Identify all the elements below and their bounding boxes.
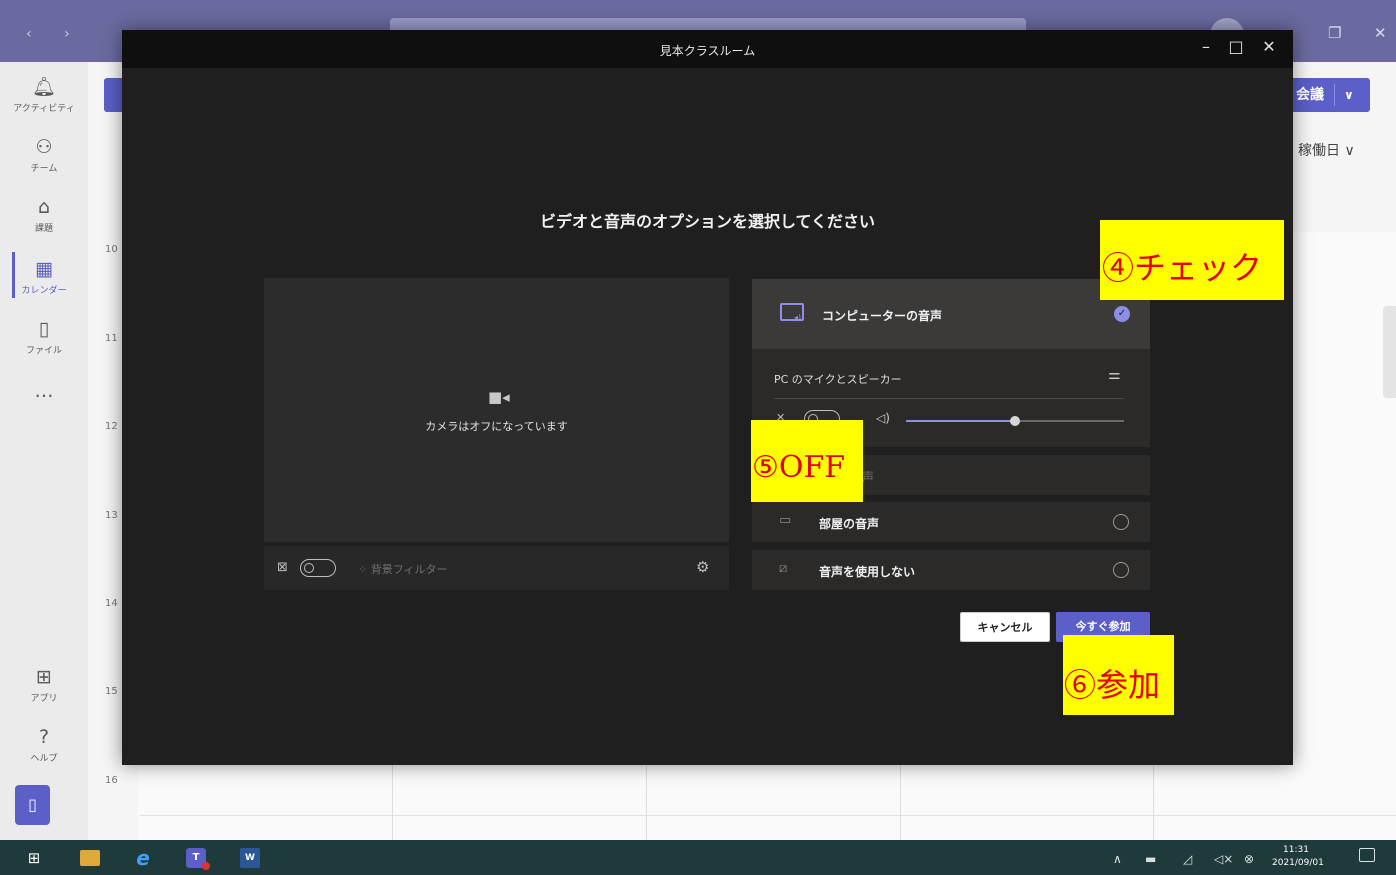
keyboard-icon[interactable]: ▬ <box>1145 852 1156 866</box>
camera-toggle[interactable] <box>300 559 336 577</box>
slider-fill <box>906 420 1015 422</box>
option-label: 声 <box>862 470 875 484</box>
hour-label: 12 <box>105 421 118 432</box>
taskbar-clock[interactable]: 11:31 2021/09/01 <box>1272 844 1324 870</box>
taskbar: ⊞ e T W ∧ ▬ ◿ ◁× ⊗ <box>0 840 1396 875</box>
app-rail: 🔔︎ アクティビティ ⚇ チーム ⌂ 課題 ▦ カレンダー ▯ ファイル … ⊞… <box>0 62 88 840</box>
hour-label: 10 <box>105 244 118 255</box>
rail-item-files[interactable]: ▯ ファイル <box>0 318 88 356</box>
dialog-titlebar: 見本クラスルーム – □ ✕ <box>122 30 1293 68</box>
hour-label: 15 <box>105 686 118 697</box>
clock-date: 2021/09/01 <box>1272 858 1324 868</box>
toggle-knob <box>304 562 314 573</box>
close-icon[interactable]: ✕ <box>1259 37 1279 56</box>
hour-label: 11 <box>105 333 118 344</box>
people-icon: ⚇ <box>35 136 53 158</box>
hour-label: 16 <box>105 775 118 786</box>
annotation-off: ⑤OFF <box>751 420 863 502</box>
option-no-audio[interactable]: ⧄ 音声を使用しない <box>752 550 1150 590</box>
word-taskbar-icon[interactable]: W <box>240 848 260 868</box>
restore-icon[interactable]: ❐ <box>1328 24 1341 42</box>
check-icon: ✓ <box>1114 306 1130 322</box>
speaker-volume-slider[interactable] <box>906 416 1124 426</box>
apps-icon: ⊞ <box>36 666 52 688</box>
video-preview: ■◂ カメラはオフになっています <box>264 278 729 542</box>
grid-line <box>900 765 901 840</box>
status-dot <box>202 862 210 870</box>
grid-line <box>140 815 1396 816</box>
help-icon: ? <box>38 726 50 748</box>
camera-icon: ⊠ <box>277 560 288 575</box>
rail-item-label: 課題 <box>34 224 53 234</box>
minimize-icon[interactable]: – <box>1196 37 1216 56</box>
mobile-icon[interactable]: ▯ <box>15 785 50 825</box>
device-label: PC のマイクとスピーカー <box>774 373 902 386</box>
rail-item-label: アクティビティ <box>13 104 75 114</box>
rail-item-apps[interactable]: ⊞ アプリ <box>0 666 88 704</box>
speaker-icon: ◁) <box>876 411 890 425</box>
new-meeting-label: 会議 <box>1296 87 1324 103</box>
clock-time: 11:31 <box>1283 845 1309 855</box>
rail-item-activity[interactable]: 🔔︎ アクティビティ <box>0 76 88 114</box>
chevron-down-icon[interactable]: ∨ <box>1344 78 1354 112</box>
rail-item-assignments[interactable]: ⌂ 課題 <box>0 196 88 234</box>
rail-item-help[interactable]: ? ヘルプ <box>0 726 88 764</box>
grid-line <box>646 765 647 840</box>
annotation-check: ④チェック <box>1100 220 1284 300</box>
option-label: コンピューターの音声 <box>822 309 943 323</box>
side-panel-tab[interactable] <box>1383 306 1396 398</box>
rail-item-teams[interactable]: ⚇ チーム <box>0 136 88 174</box>
radio-button[interactable] <box>1113 514 1129 530</box>
radio-button[interactable] <box>1113 562 1129 578</box>
view-selector[interactable]: 稼働日 ∨ <box>1298 140 1355 160</box>
chevron-up-icon[interactable]: ∧ <box>1113 852 1122 866</box>
camera-off-text: カメラはオフになっています <box>425 420 568 433</box>
speaker-mini-icon: ◂) <box>794 313 802 322</box>
annotation-join: ⑥参加 <box>1063 635 1174 715</box>
maximize-icon[interactable]: □ <box>1226 37 1246 56</box>
option-label: 部屋の音声 <box>819 517 880 531</box>
volume-muted-icon[interactable]: ◁× <box>1214 852 1233 866</box>
file-icon: ▯ <box>38 318 50 340</box>
divider <box>774 398 1124 399</box>
option-label: 音声を使用しない <box>819 565 916 579</box>
video-controls: ⊠ ⁘ 背景フィルター ⚙ <box>264 546 729 590</box>
grid-line <box>392 765 393 840</box>
notification-icon[interactable] <box>1359 848 1375 862</box>
rail-item-label: ファイル <box>25 346 62 356</box>
backpack-icon: ⌂ <box>37 196 51 218</box>
slider-handle[interactable] <box>1010 416 1020 426</box>
option-room-audio[interactable]: ▭ 部屋の音声 <box>752 502 1150 542</box>
close-icon[interactable]: ✕ <box>1374 24 1387 42</box>
device-settings-icon[interactable]: ⚌ <box>1108 367 1121 383</box>
view-label: 稼働日 <box>1298 143 1340 159</box>
gear-icon[interactable]: ⚙ <box>696 558 709 576</box>
network-error-icon[interactable]: ⊗ <box>1244 852 1254 866</box>
rail-item-label: アプリ <box>30 694 58 704</box>
file-explorer-icon[interactable] <box>80 850 100 866</box>
bell-icon: 🔔︎ <box>31 76 57 98</box>
cancel-button[interactable]: キャンセル <box>960 612 1050 642</box>
hour-label: 14 <box>105 598 118 609</box>
room-audio-icon: ▭ <box>779 513 792 528</box>
grid-line <box>1153 765 1154 840</box>
rail-item-label: ヘルプ <box>30 754 58 764</box>
no-audio-icon: ⧄ <box>779 561 788 576</box>
rail-active-indicator <box>12 252 15 298</box>
camera-off-icon: ■◂ <box>488 388 510 406</box>
wifi-icon[interactable]: ◿ <box>1183 852 1192 866</box>
more-icon: … <box>34 380 54 402</box>
back-forward-arrows-icon[interactable]: ‹ › <box>26 26 84 42</box>
rail-item-label: チーム <box>30 164 58 174</box>
option-computer-audio[interactable]: ◂) コンピューターの音声 ✓ <box>752 279 1150 349</box>
new-meeting-button[interactable]: 会議 ∨ <box>1290 78 1370 112</box>
background-filter-label: 背景フィルター <box>370 563 448 576</box>
dialog-title: 見本クラスルーム <box>659 44 756 58</box>
background-filter-button[interactable]: ⁘ 背景フィルター <box>358 561 448 577</box>
hour-label: 13 <box>105 510 118 521</box>
internet-explorer-icon[interactable]: e <box>133 848 153 868</box>
windows-start-icon[interactable]: ⊞ <box>24 848 44 868</box>
divider <box>1334 84 1335 106</box>
rail-item-more[interactable]: … <box>0 380 88 402</box>
